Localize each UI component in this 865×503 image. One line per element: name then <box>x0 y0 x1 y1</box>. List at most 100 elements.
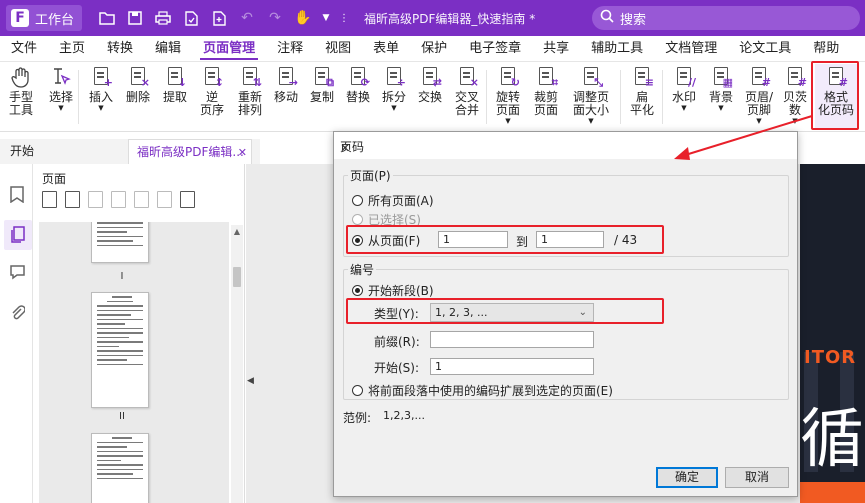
open-folder-icon[interactable] <box>98 9 116 27</box>
replace-thumbnail-icon[interactable] <box>134 191 149 208</box>
more-icon[interactable]: ⋮ <box>339 9 349 27</box>
selected-pages-label: 已选择(S) <box>368 213 421 227</box>
page-thumbnail[interactable] <box>91 292 149 408</box>
all-pages-radio[interactable]: 所有页面(A) <box>352 192 434 209</box>
thumbnail-list: I II <box>39 222 229 503</box>
menu-item[interactable]: 辅助工具 <box>580 36 654 62</box>
ribbon-tool-copy-page[interactable]: ⧉ 复制 <box>306 64 338 128</box>
selected-pages-radio[interactable]: 已选择(S) <box>352 211 421 228</box>
close-icon[interactable]: ✕ <box>340 138 791 158</box>
ribbon-tool-swap[interactable]: ⇄ 交换 <box>414 64 446 128</box>
extend-numbering-radio[interactable]: 将前面段落中使用的编码扩展到选定的页面(E) <box>352 382 613 399</box>
search-placeholder: 搜索 <box>620 12 647 28</box>
hand-mode-icon[interactable]: ✋ <box>294 9 312 27</box>
ribbon-tool-label: 交叉 合并 <box>454 90 479 117</box>
menu-item[interactable]: 共享 <box>532 36 580 62</box>
menu-item[interactable]: 页面管理 <box>192 36 266 62</box>
ribbon-tool-watermark[interactable]: // 水印 ▼ <box>668 64 700 128</box>
ribbon-tool-move-page[interactable]: → 移动 <box>270 64 302 128</box>
attachment-icon[interactable] <box>8 304 26 322</box>
ribbon-tool-label: 逆 页序 <box>199 90 224 117</box>
ribbon-tool-hand[interactable]: 手型 工具 <box>2 64 40 128</box>
from-page-radio[interactable]: 从页面(F) <box>352 232 420 249</box>
number-type-select[interactable]: 1, 2, 3, ... ⌄ <box>430 303 594 322</box>
undo-icon[interactable]: ↶ <box>238 9 256 27</box>
scroll-thumb[interactable] <box>233 267 241 287</box>
menu-item[interactable]: 视图 <box>314 36 362 62</box>
start-new-section-radio[interactable]: 开始新段(B) <box>352 282 434 299</box>
file-check-icon[interactable] <box>182 9 200 27</box>
ribbon-tool-split[interactable]: ÷ 拆分 ▼ <box>378 64 410 128</box>
tab-document[interactable]: 福昕高级PDF编辑... ✕ <box>128 139 252 164</box>
zoom-in-thumbnail-icon[interactable] <box>42 191 57 208</box>
ribbon-tool-extract-page[interactable]: ↓ 提取 <box>158 64 192 128</box>
ribbon-tool-reverse-order[interactable]: ↕ 逆 页序 <box>195 64 229 128</box>
search-box[interactable]: 搜索 <box>592 6 860 30</box>
save-icon[interactable] <box>126 9 144 27</box>
properties-thumbnail-icon[interactable] <box>180 191 195 208</box>
ribbon-tool-bates-number[interactable]: # 贝茨 数 ▼ <box>781 64 809 128</box>
crop-page-icon: ⌗ <box>535 66 558 88</box>
replace-page-icon: ⟳ <box>347 66 370 88</box>
menu-item[interactable]: 主页 <box>48 36 96 62</box>
redo-icon[interactable]: ↷ <box>266 9 284 27</box>
bookmark-icon[interactable] <box>8 186 26 204</box>
pages-icon[interactable] <box>4 220 32 250</box>
start-number-input[interactable]: 1 <box>430 358 594 375</box>
menu-item[interactable]: 电子签章 <box>458 36 532 62</box>
menu-item[interactable]: 文件 <box>0 36 48 62</box>
ribbon-tool-replace-page[interactable]: ⟳ 替换 <box>342 64 374 128</box>
zoom-out-thumbnail-icon[interactable] <box>65 191 80 208</box>
ribbon-tool-background[interactable]: ▦ 背景 ▼ <box>705 64 737 128</box>
page-thumbnail[interactable] <box>91 433 149 503</box>
ribbon-tool-cross-merge[interactable]: ⨯ 交叉 合并 <box>450 64 484 128</box>
new-file-icon[interactable] <box>210 9 228 27</box>
menu-item[interactable]: 帮助 <box>802 36 850 62</box>
print-icon[interactable] <box>154 9 172 27</box>
extract-thumbnail-icon[interactable] <box>111 191 126 208</box>
ribbon-tool-format-page-number[interactable]: # 格式 化页码 <box>815 64 857 128</box>
delete-thumbnail-icon[interactable] <box>157 191 172 208</box>
extract-page-icon: ↓ <box>164 66 187 88</box>
ribbon-tool-flatten[interactable]: ≡ 扁 平化 <box>625 64 659 128</box>
chevron-down-icon: ▼ <box>792 117 798 125</box>
menu-item[interactable]: 论文工具 <box>728 36 802 62</box>
insert-thumbnail-icon[interactable] <box>88 191 103 208</box>
insert-page-icon: + <box>90 66 113 88</box>
ribbon-tool-resize-page[interactable]: ⤡ 调整页 面大小 ▼ <box>568 64 614 128</box>
scroll-up-icon[interactable]: ▲ <box>231 225 243 239</box>
ribbon-tool-crop-page[interactable]: ⌗ 裁剪 页面 <box>530 64 562 128</box>
thumbnail-label: II <box>119 411 125 422</box>
menu-item[interactable]: 文档管理 <box>654 36 728 62</box>
start-new-section-label: 开始新段(B) <box>368 284 434 298</box>
from-page-input[interactable]: 1 <box>438 231 508 248</box>
chevron-down-icon: ▼ <box>391 104 397 112</box>
comment-icon[interactable] <box>8 264 26 282</box>
menu-item[interactable]: 保护 <box>410 36 458 62</box>
ribbon-tool-rotate-page[interactable]: ↻ 旋转 页面 ▼ <box>490 64 526 128</box>
collapse-panel-icon[interactable]: ◀ <box>247 376 254 386</box>
ribbon-tool-select-cursor[interactable]: 选择 ▼ <box>42 64 80 128</box>
close-icon[interactable]: ✕ <box>238 140 247 165</box>
ribbon-tool-header-footer[interactable]: # 页眉/ 页脚 ▼ <box>741 64 777 128</box>
app-logo-icon: F <box>11 9 29 27</box>
ribbon-tool-rearrange[interactable]: ⇅ 重新 排列 <box>233 64 267 128</box>
menu-item[interactable]: 编辑 <box>144 36 192 62</box>
chevron-down-icon[interactable]: ▼ <box>322 9 330 27</box>
ribbon-tool-label: 裁剪 页面 <box>533 90 558 117</box>
menu-item[interactable]: 注释 <box>266 36 314 62</box>
ok-button[interactable]: 确定 <box>656 467 718 488</box>
page-thumbnail[interactable] <box>91 222 149 263</box>
to-page-input[interactable]: 1 <box>536 231 604 248</box>
ribbon-tool-insert-page[interactable]: + 插入 ▼ <box>84 64 118 128</box>
thumbnail-scrollbar[interactable]: ▲ <box>231 225 243 503</box>
ribbon-tool-label: 拆分 <box>381 90 406 104</box>
ribbon-tool-delete-page[interactable]: × 删除 <box>122 64 154 128</box>
menu-item[interactable]: 转换 <box>96 36 144 62</box>
cancel-button[interactable]: 取消 <box>725 467 789 488</box>
prefix-input[interactable] <box>430 331 594 348</box>
menu-item[interactable]: 表单 <box>362 36 410 62</box>
tab-start[interactable]: 开始 <box>2 139 42 164</box>
workspace-button[interactable]: F 工作台 <box>6 5 83 31</box>
cover-orange-band <box>800 482 865 503</box>
